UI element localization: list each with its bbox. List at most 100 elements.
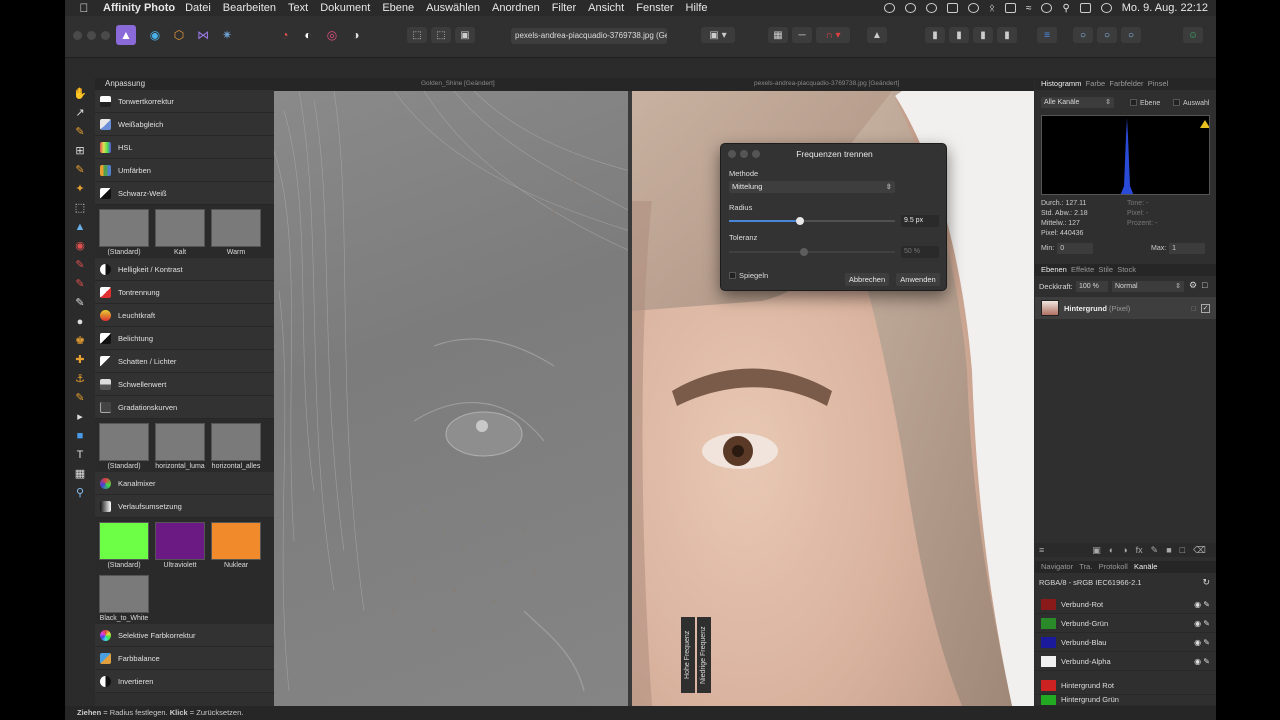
crop-tool-icon[interactable]: ⊞ bbox=[65, 141, 95, 160]
apple-icon[interactable]:  bbox=[73, 1, 95, 15]
adj-item-farbbalance[interactable]: Farbbalance bbox=[95, 647, 274, 670]
adj-item-tonwertkorrektur[interactable]: Tonwertkorrektur bbox=[95, 90, 274, 113]
method-select[interactable]: Mittelung ⇳ bbox=[729, 181, 895, 193]
moon-icon[interactable] bbox=[925, 3, 937, 13]
pen-tool-icon[interactable]: ▸ bbox=[65, 407, 95, 426]
channel-select[interactable]: Alle Kanäle ⇳ bbox=[1041, 97, 1114, 108]
tab-protokoll[interactable]: Protokoll bbox=[1099, 562, 1128, 571]
quick-mask-icon[interactable]: ▣ ▾ bbox=[701, 27, 735, 43]
photo-persona-icon[interactable]: ▲ bbox=[116, 25, 136, 45]
wifi-icon[interactable]: ≈ bbox=[1026, 3, 1032, 14]
fx-icon[interactable]: fx bbox=[1136, 545, 1143, 555]
layer-row-hintergrund[interactable]: Hintergrund (Pixel) □ ✓ bbox=[1035, 297, 1216, 319]
selection-checkbox[interactable]: Auswahl bbox=[1173, 99, 1209, 107]
rectangle-tool-icon[interactable]: ■ bbox=[65, 426, 95, 445]
snapping-icon[interactable]: ∩ ▾ bbox=[816, 27, 850, 43]
contrast-icon[interactable]: ◐ bbox=[298, 25, 318, 45]
arrange-back-icon[interactable]: ▮ bbox=[925, 27, 945, 43]
paint-brush-tool-icon[interactable]: ✎ bbox=[65, 255, 95, 274]
export-persona-icon[interactable]: ✷ bbox=[217, 25, 237, 45]
play-icon[interactable] bbox=[1041, 3, 1053, 13]
channel-hintergrund-gruen[interactable]: Hintergrund Grün bbox=[1035, 695, 1216, 706]
clock-icon[interactable] bbox=[967, 3, 979, 13]
adjustment-icon[interactable]: ◐ bbox=[1109, 545, 1114, 555]
boolean-add-icon[interactable]: ○ bbox=[1073, 27, 1093, 43]
preset-gradient-nuklear[interactable]: Nuklear bbox=[211, 522, 261, 569]
channel-verbund-gruen[interactable]: Verbund-Grün ◉ ✎ bbox=[1035, 614, 1216, 633]
flood-fill-tool-icon[interactable]: ▲ bbox=[65, 217, 95, 236]
menu-fenster[interactable]: Fenster bbox=[636, 2, 673, 14]
app-menu[interactable]: Affinity Photo bbox=[103, 2, 175, 14]
adj-item-helligkeit-kontrast[interactable]: Helligkeit / Kontrast bbox=[95, 258, 274, 281]
preset-curve-horizontal-luma[interactable]: horizontal_luma bbox=[155, 423, 205, 470]
adj-item-schwellenwert[interactable]: Schwellenwert bbox=[95, 373, 274, 396]
min-value[interactable]: 0 bbox=[1057, 243, 1094, 254]
layer-visibility-checkbox[interactable]: ✓ bbox=[1201, 303, 1210, 313]
clone-tool-icon[interactable]: ♚ bbox=[65, 331, 95, 350]
window-zoom-button[interactable] bbox=[101, 31, 110, 40]
adj-item-umfaerben[interactable]: Umfärben bbox=[95, 159, 274, 182]
tab-navigator[interactable]: Navigator bbox=[1041, 562, 1073, 571]
brush-icon[interactable]: ✎ bbox=[1151, 545, 1159, 556]
tab-ebenen[interactable]: Ebenen bbox=[1041, 265, 1067, 274]
bluetooth-icon[interactable]: ᛟ bbox=[989, 3, 995, 14]
apply-button[interactable]: Anwenden bbox=[896, 273, 940, 286]
menu-dokument[interactable]: Dokument bbox=[320, 2, 370, 14]
tab-kanaele[interactable]: Kanäle bbox=[1134, 562, 1157, 571]
adj-item-verlaufsumsetzung[interactable]: Verlaufsumsetzung bbox=[95, 495, 274, 518]
adj-item-invertieren[interactable]: Invertieren bbox=[95, 670, 274, 693]
search-icon[interactable]: ⚲ bbox=[1062, 3, 1069, 14]
zoom-tool-icon[interactable]: ⚲ bbox=[65, 483, 95, 502]
control-center-icon[interactable] bbox=[1079, 3, 1091, 13]
adj-item-weissabgleich[interactable]: Weißabgleich bbox=[95, 113, 274, 136]
adj-item-selektive-farbkorrektur[interactable]: Selektive Farbkorrektur bbox=[95, 624, 274, 647]
refresh-icon[interactable]: ↻ bbox=[1202, 577, 1210, 588]
preset-bw-warm[interactable]: Warm bbox=[211, 209, 261, 256]
blur-tool-icon[interactable]: ● bbox=[65, 312, 95, 331]
gradient-tool-icon[interactable]: ◉ bbox=[65, 236, 95, 255]
adj-item-schatten-lichter[interactable]: Schatten / Lichter bbox=[95, 350, 274, 373]
tab-effekte[interactable]: Effekte bbox=[1071, 265, 1094, 274]
menu-anordnen[interactable]: Anordnen bbox=[492, 2, 540, 14]
tab-histogramm[interactable]: Histogramm bbox=[1041, 79, 1081, 88]
guides-icon[interactable]: ─ bbox=[792, 27, 812, 43]
opacity-field[interactable]: 100 % bbox=[1076, 281, 1108, 292]
menu-text[interactable]: Text bbox=[288, 2, 308, 14]
preset-bw-kalt[interactable]: Kalt bbox=[155, 209, 205, 256]
move-tool-icon[interactable]: ↗ bbox=[65, 103, 95, 122]
selection-brush-icon[interactable]: ⬚ bbox=[431, 27, 451, 43]
menu-ansicht[interactable]: Ansicht bbox=[588, 2, 624, 14]
max-field[interactable]: Max: 1 bbox=[1151, 243, 1206, 254]
boolean-subtract-icon[interactable]: ○ bbox=[1097, 27, 1117, 43]
group-icon[interactable]: ■ bbox=[1166, 545, 1171, 555]
adj-item-gradationskurven[interactable]: Gradationskurven bbox=[95, 396, 274, 419]
flood-select-tool-icon[interactable]: ✦ bbox=[65, 179, 95, 198]
channel-verbund-blau[interactable]: Verbund-Blau ◉ ✎ bbox=[1035, 633, 1216, 652]
timemachine-icon[interactable] bbox=[883, 3, 895, 13]
adj-item-tontrennung[interactable]: Tontrennung bbox=[95, 281, 274, 304]
mirror-checkbox[interactable]: Spiegeln bbox=[729, 271, 768, 280]
live-filter-icon[interactable]: ◑ bbox=[1122, 545, 1127, 555]
color-picker-tool-icon[interactable]: ✎ bbox=[65, 122, 95, 141]
tone-mapping-persona-icon[interactable]: ⋈ bbox=[193, 25, 213, 45]
preset-gradient-standard[interactable]: (Standard) bbox=[99, 522, 149, 569]
tolerance-slider-knob[interactable] bbox=[799, 248, 808, 256]
preset-gradient-ultraviolett[interactable]: Ultraviolett bbox=[155, 522, 205, 569]
min-field[interactable]: Min: 0 bbox=[1041, 243, 1094, 254]
layer-checkbox[interactable]: Ebene bbox=[1130, 99, 1160, 107]
preset-curve-horizontal-alles[interactable]: horizontal_alles bbox=[211, 423, 261, 470]
white-balance-icon[interactable]: ◑ bbox=[346, 25, 366, 45]
gear-icon[interactable]: ⚙ bbox=[1189, 280, 1197, 291]
erase-brush-tool-icon[interactable]: ✎ bbox=[65, 274, 95, 293]
tab-transform[interactable]: Tra. bbox=[1079, 562, 1092, 571]
tab-stock[interactable]: Stock bbox=[1117, 265, 1136, 274]
adj-item-leuchtkraft[interactable]: Leuchtkraft bbox=[95, 304, 274, 327]
radius-value-field[interactable]: 9.5 px bbox=[901, 215, 939, 227]
arrange-forward-icon[interactable]: ▮ bbox=[949, 27, 969, 43]
document-tab[interactable]: pexels-andrea-piacquadio-3769738.jpg (Ge… bbox=[511, 28, 667, 44]
window-minimize-button[interactable] bbox=[87, 31, 96, 40]
channel-hintergrund-rot[interactable]: Hintergrund Rot bbox=[1035, 676, 1216, 695]
selection-brush-tool-icon[interactable]: ✎ bbox=[65, 160, 95, 179]
adjustment-panel-title[interactable]: Anpassung bbox=[95, 78, 274, 90]
cloud-icon[interactable] bbox=[946, 3, 958, 13]
